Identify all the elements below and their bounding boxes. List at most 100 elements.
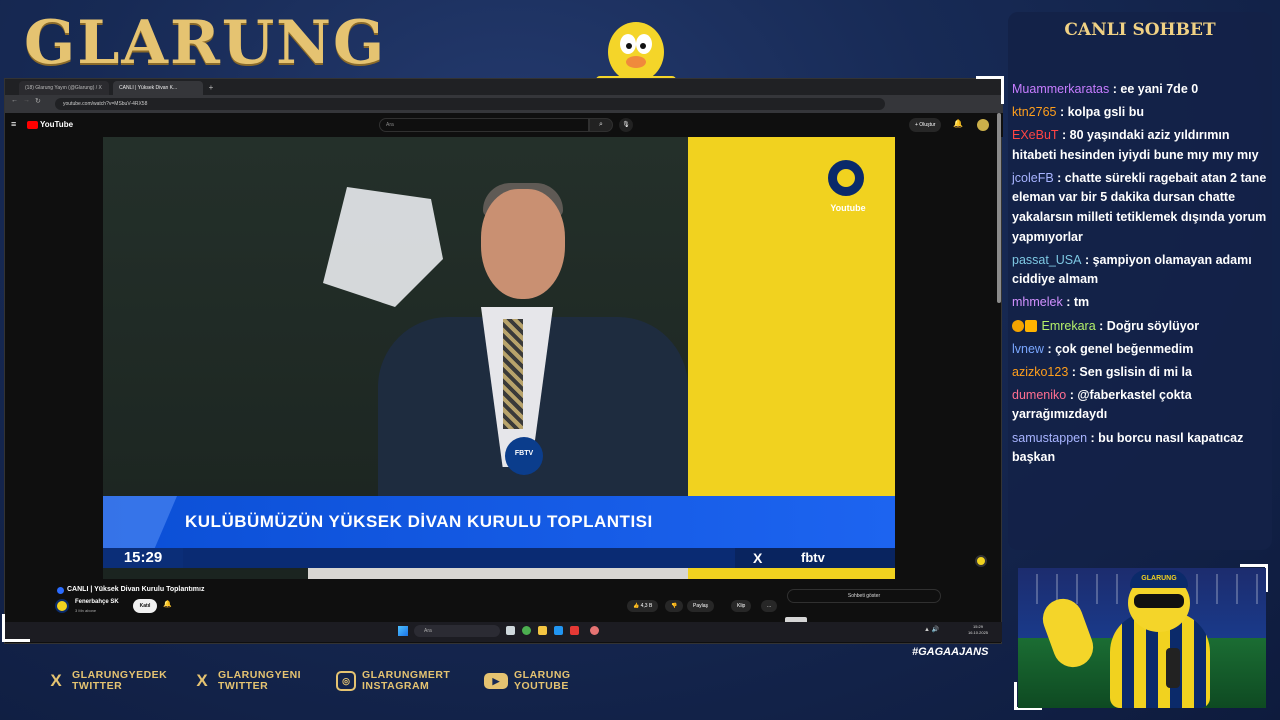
chat-title: CANLI SOHBET [1064,20,1216,40]
dislike-icon[interactable]: 👎 [665,600,684,612]
social-link-twitter-yedek[interactable]: X GLARUNGYEDEK TWITTER [46,670,167,692]
channel-subscribers: 3 Mn abone [75,608,97,613]
chat-message-text: : ee yani 7de 0 [1112,82,1199,96]
file-explorer-icon[interactable] [538,626,547,635]
social-link-youtube[interactable]: ▶ GLARUNG YOUTUBE [484,670,571,692]
x-icon: X [753,550,763,566]
chat-username[interactable]: lvnew [1012,342,1044,356]
share-button[interactable]: Paylaş [687,600,715,612]
microphone-icon[interactable]: 🎙 [619,118,633,132]
mic-label: FBTV [514,450,534,457]
broadcast-clock: 15:29 [103,548,183,568]
system-tray-icons[interactable]: ▲ 🔊 [924,626,939,633]
browser-tab[interactable]: (18) Glarung Yayın (@Glarung) / X [19,81,109,95]
chat-username[interactable]: dumeniko [1012,388,1066,402]
social-platform: TWITTER [72,680,123,692]
browser-tab-active[interactable]: CANLI | Yüksek Divan K... [113,81,203,95]
chat-message-text: : tm [1066,295,1090,310]
youtube-logo[interactable]: YouTube [27,120,73,129]
chat-message[interactable]: Muammerkaratas : ee yani 7de 0 [1012,80,1270,100]
chat-badge-icon [1012,319,1024,332]
back-icon[interactable]: ← [11,97,18,104]
page-scrollbar[interactable] [997,113,1001,303]
reload-icon[interactable]: ↻ [35,97,41,105]
search-icon[interactable]: ⌕ [589,118,613,132]
fenerbahce-crest-icon [825,157,867,199]
chat-username[interactable]: Emrekara [1041,319,1095,333]
chat-username[interactable]: EXeBuT [1012,128,1059,142]
chat-username[interactable]: ktn2765 [1012,105,1056,119]
mascot-headset-label: GLARUNG [1130,570,1188,588]
chat-message[interactable]: Emrekara : Doğru söylüyor [1012,317,1270,337]
chat-message[interactable]: azizko123 : Sen gslisin di mi la [1012,363,1270,383]
fbtv-microphone: FBTV [505,437,543,475]
app-icon[interactable] [590,626,599,635]
windows-start-icon[interactable] [398,626,408,636]
x-icon: X [196,671,208,690]
social-link-twitter-yeni[interactable]: X GLARUNGYENI TWITTER [192,670,301,692]
social-platform: YOUTUBE [514,680,569,692]
chat-username[interactable]: passat_USA [1012,253,1081,267]
youtube-logo-label: YouTube [40,120,74,129]
address-bar[interactable]: youtube.com/watch?v=MSbuV-4RX58 [55,98,885,110]
chat-message[interactable]: EXeBuT : 80 yaşındaki aziz yıldırımın hi… [1012,126,1270,165]
chat-username[interactable]: mhmelek [1012,295,1063,309]
video-player[interactable]: Youtube FBTV KULÜBÜMÜZÜN YÜKSEK DİVAN KU… [103,137,895,579]
chat-message[interactable]: mhmelek : tm [1012,293,1270,313]
more-actions-button[interactable]: ... [761,600,778,612]
chat-message[interactable]: samustappen : bu borcu nasıl kapatıcaz b… [1012,429,1270,468]
edge-icon[interactable] [554,626,563,635]
taskbar-search[interactable]: Ara [414,625,500,637]
channel-avatar[interactable] [55,599,69,613]
show-chat-button[interactable]: Sohbeti göster [787,589,941,603]
like-button[interactable]: 👍 4,3 B [627,600,659,612]
social-platform: TWITTER [218,680,269,692]
chat-message[interactable]: lvnew : çok genel beğenmedim [1012,340,1270,360]
taskbar-date: 16.10.2025 [968,630,989,635]
chat-message[interactable]: dumeniko : @faberkastel çokta yarrağımız… [1012,386,1270,425]
like-count: 4,3 B [640,603,653,609]
task-view-icon[interactable] [506,626,515,635]
social-link-instagram[interactable]: ◎ GLARUNGMERT INSTAGRAM [336,670,450,692]
menu-icon[interactable]: ≡ [11,119,16,129]
new-tab-button[interactable]: + [205,81,217,95]
notifications-bell-icon[interactable]: 🔔 [953,119,963,128]
app-icon[interactable] [570,626,579,635]
browser-toolbar: ← → ↻ youtube.com/watch?v=MSbuV-4RX58 [5,95,1003,113]
x-icon: X [50,671,62,690]
podium-base [308,568,688,579]
chat-username[interactable]: azizko123 [1012,365,1068,379]
browser-window: (18) Glarung Yayın (@Glarung) / X CANLI … [4,78,1003,644]
chat-username[interactable]: jcoleFB [1012,171,1054,185]
youtube-play-icon [27,120,38,129]
chat-message-list[interactable]: Muammerkaratas : ee yani 7de 0 ktn2765 : … [1012,80,1270,471]
chat-message[interactable]: jcoleFB : chatte sürekli ragebait atan 2… [1012,169,1270,247]
browser-tabbar: (18) Glarung Yayın (@Glarung) / X CANLI … [5,79,1003,95]
youtube-icon: ▶ [484,673,508,689]
video-watermark-label: Youtube [830,203,866,213]
join-button[interactable]: Katıl [133,599,157,613]
speaker-tie [503,319,523,429]
social-platform: INSTAGRAM [362,680,430,692]
chat-message-text: : Doğru söylüyor [1099,318,1200,333]
subscribe-bell-icon[interactable]: 🔔 [163,600,172,608]
chat-badge-icon [1025,319,1037,332]
mascot-microphone [1166,648,1180,688]
taskbar-clock[interactable]: 15:29 16.10.2025 [968,624,988,636]
tab-label: (18) Glarung Yayın (@Glarung) / X [25,85,102,91]
youtube-search-input[interactable]: Ara [379,118,589,132]
clip-button[interactable]: Klip [731,600,752,612]
chat-username[interactable]: Muammerkaratas [1012,82,1109,96]
channel-watermark-icon[interactable] [975,555,987,567]
create-button[interactable]: + Oluştur [909,118,942,132]
forward-icon[interactable]: → [23,97,30,104]
chrome-icon[interactable] [522,626,531,635]
account-avatar[interactable] [977,119,989,131]
channel-name[interactable]: Fenerbahçe SK [75,599,119,605]
chat-message[interactable]: passat_USA : şampiyon olamayan adamı cid… [1012,251,1270,290]
fbtv-label: fbtv [801,550,825,565]
tab-label: CANLI | Yüksek Divan K... [119,85,178,91]
clip-label: Klip [737,603,746,609]
chat-message[interactable]: ktn2765 : kolpa gsli bu [1012,103,1270,123]
chat-username[interactable]: samustappen [1012,431,1087,445]
